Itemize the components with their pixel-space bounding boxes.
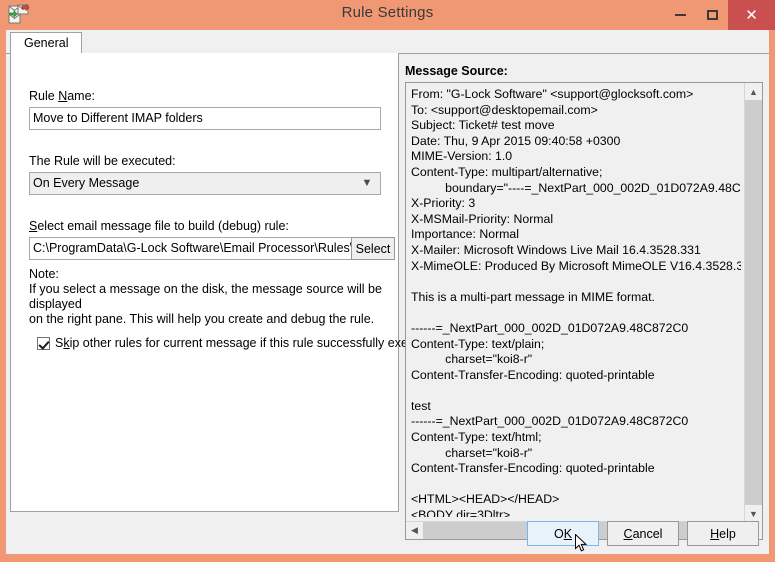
message-source-title: Message Source: bbox=[405, 64, 508, 78]
tab-strip: General bbox=[6, 30, 769, 54]
skip-other-rules-label: Skip other rules for current message if … bbox=[55, 336, 439, 350]
skip-other-rules-checkbox-row[interactable]: Skip other rules for current message if … bbox=[37, 336, 439, 350]
tab-general[interactable]: General bbox=[10, 32, 83, 54]
scroll-up-icon[interactable]: ▲ bbox=[745, 83, 762, 100]
window-title: Rule Settings bbox=[341, 4, 434, 21]
maximize-button[interactable] bbox=[696, 0, 728, 30]
minimize-button[interactable] bbox=[664, 0, 696, 30]
dialog-client-area: General Rule Name: Move to Different IMA… bbox=[6, 30, 769, 554]
note-body: If you select a message on the disk, the… bbox=[29, 282, 382, 326]
general-panel: Rule Name: Move to Different IMAP folder… bbox=[10, 53, 439, 512]
message-source-text[interactable]: From: "G-Lock Software" <support@glockso… bbox=[411, 87, 741, 517]
message-source-box: From: "G-Lock Software" <support@glockso… bbox=[405, 82, 763, 540]
scroll-left-icon[interactable]: ◀ bbox=[406, 522, 423, 539]
help-button[interactable]: Help bbox=[687, 521, 759, 546]
scroll-down-icon[interactable]: ▼ bbox=[745, 505, 762, 522]
message-source-vertical-scrollbar[interactable]: ▲ ▼ bbox=[744, 83, 762, 522]
rule-settings-window: Rule Settings ✕ General Rule Name: Move … bbox=[0, 0, 775, 562]
title-bar: Rule Settings ✕ bbox=[0, 0, 775, 30]
chevron-down-icon: ▼ bbox=[361, 177, 373, 189]
select-file-label: Select email message file to build (debu… bbox=[29, 219, 289, 233]
help-button-label: Help bbox=[710, 526, 736, 541]
rule-executed-select[interactable]: On Every Message ▼ bbox=[29, 172, 381, 195]
minimize-icon bbox=[674, 14, 686, 16]
close-button[interactable]: ✕ bbox=[728, 0, 775, 30]
note-title: Note: bbox=[29, 267, 59, 281]
maximize-icon bbox=[706, 10, 718, 20]
rule-executed-value: On Every Message bbox=[33, 176, 140, 190]
debug-file-path-input[interactable]: C:\ProgramData\G-Lock Software\Email Pro… bbox=[29, 237, 381, 260]
skip-other-rules-checkbox[interactable] bbox=[37, 336, 50, 350]
rule-name-input[interactable]: Move to Different IMAP folders bbox=[29, 107, 381, 130]
ok-button-label: OK bbox=[553, 526, 573, 541]
cancel-button-label: Cancel bbox=[623, 526, 663, 541]
close-icon: ✕ bbox=[745, 5, 758, 24]
select-file-button[interactable]: Select bbox=[351, 237, 395, 260]
cancel-button[interactable]: Cancel bbox=[607, 521, 679, 546]
rule-executed-label: The Rule will be executed: bbox=[29, 154, 176, 168]
rule-name-label: Rule Name: bbox=[29, 89, 96, 103]
vertical-scroll-thumb[interactable] bbox=[745, 100, 762, 505]
ok-button[interactable]: OK bbox=[527, 521, 599, 546]
